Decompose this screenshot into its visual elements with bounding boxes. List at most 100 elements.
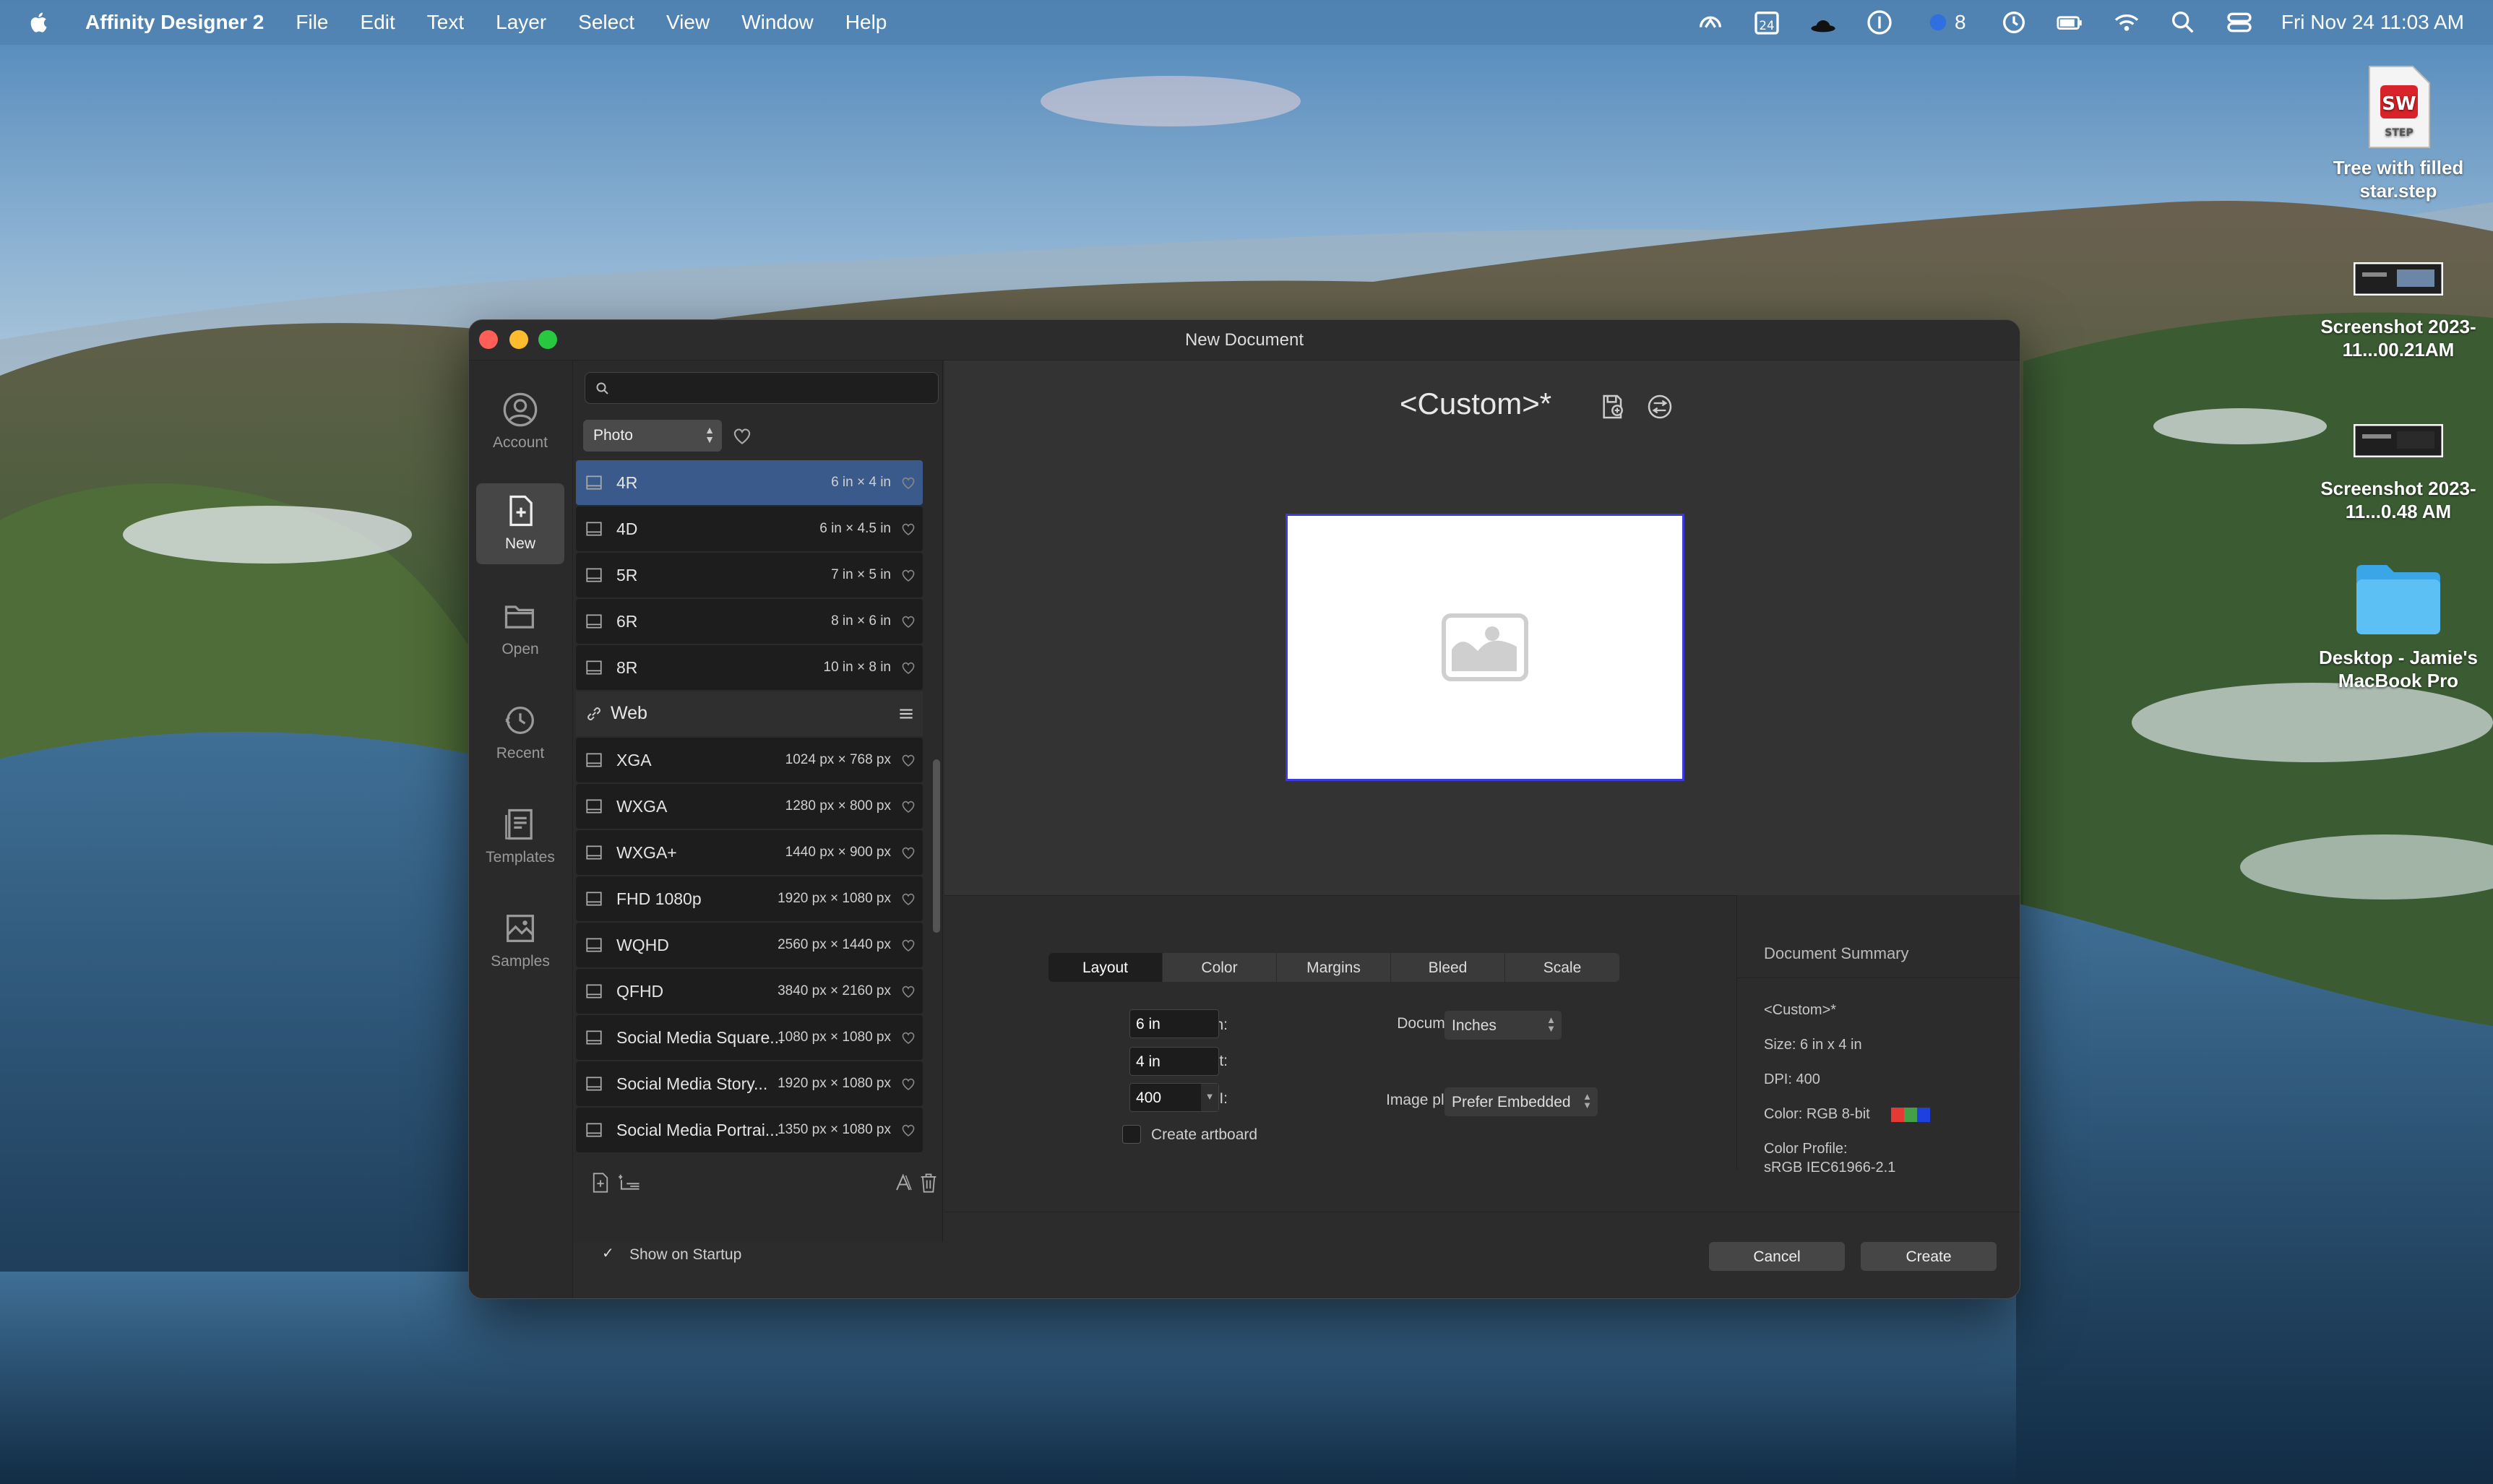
preset-row[interactable]: Social Media Portrai... 1350 px × 1080 px [576,1108,923,1152]
rename-preset-button[interactable] [891,1170,917,1196]
menu-select[interactable]: Select [578,11,634,34]
document-units-select[interactable]: Inches ▲ ▼ [1444,1011,1562,1040]
cancel-button[interactable]: Cancel [1709,1242,1845,1271]
desktop-file-screenshot-1[interactable]: Screenshot 2023-11...00.21AM [2308,250,2489,361]
tab-margins[interactable]: Margins [1277,953,1391,982]
favorites-heart-icon[interactable] [731,424,754,447]
preset-row[interactable]: XGA 1024 px × 768 px [576,738,923,782]
preset-row[interactable]: WXGA+ 1440 px × 900 px [576,830,923,875]
sidebar-item-open-label: Open [501,641,539,657]
favorite-heart-icon[interactable] [900,613,917,630]
preset-row[interactable]: WXGA 1280 px × 800 px [576,784,923,829]
desktop-file-screenshot-2[interactable]: Screenshot 2023-11...0.48 AM [2308,412,2489,523]
favorite-heart-icon[interactable] [900,751,917,769]
favorite-heart-icon[interactable] [900,1075,917,1092]
sidebar-item-samples[interactable]: Samples [476,901,564,982]
preset-row[interactable]: 8R 10 in × 8 in [576,645,923,690]
sidebar-item-open[interactable]: Open [476,589,564,670]
favorite-heart-icon[interactable] [900,844,917,861]
notification-app-icon[interactable]: 8 [1921,8,1972,37]
favorite-heart-icon[interactable] [900,520,917,538]
add-preset-button[interactable] [587,1170,613,1196]
document-icon [585,843,603,862]
desktop-file-step[interactable]: SW STEP Tree with filled star.step [2308,65,2489,202]
preset-row[interactable]: 4R 6 in × 4 in [576,460,923,505]
create-artboard-checkbox[interactable] [1122,1125,1141,1144]
favorite-heart-icon[interactable] [900,566,917,584]
tab-layout[interactable]: Layout [1049,953,1163,982]
preset-search[interactable] [585,372,939,404]
screenshot-thumbnail-icon [2308,412,2489,470]
menu-window[interactable]: Window [741,11,814,34]
select-arrows-icon: ▲ ▼ [705,424,715,445]
favorite-heart-icon[interactable] [900,474,917,491]
sidebar-item-new[interactable]: New [476,483,564,564]
favorite-heart-icon[interactable] [900,659,917,676]
save-preset-button[interactable] [1596,389,1631,424]
sidebar-item-recent[interactable]: Recent [476,693,564,774]
preset-row[interactable]: 6R 8 in × 6 in [576,599,923,644]
sidebar-item-account[interactable]: Account [476,382,564,463]
favorite-heart-icon[interactable] [900,798,917,815]
favorite-heart-icon[interactable] [900,890,917,907]
preset-size: 7 in × 5 in [831,567,891,582]
time-machine-icon[interactable] [1999,8,2028,37]
dpi-field[interactable]: 400 ▼ [1129,1083,1219,1112]
calendar-icon[interactable]: 24 [1752,8,1781,37]
create-button[interactable]: Create [1861,1242,1997,1271]
chevron-down-icon[interactable]: ▼ [1201,1084,1218,1111]
templates-icon [500,804,541,845]
preset-search-input[interactable] [619,376,929,400]
preset-row[interactable]: QFHD 3840 px × 2160 px [576,969,923,1014]
sidebar-item-templates[interactable]: Templates [476,797,564,878]
favorite-heart-icon[interactable] [900,983,917,1000]
favorite-heart-icon[interactable] [900,1029,917,1046]
menu-help[interactable]: Help [845,11,887,34]
summary-size: Size: 6 in x 4 in [1764,1037,1862,1053]
page-width-field[interactable]: 6 in [1129,1009,1219,1038]
battery-icon[interactable] [2056,8,2085,37]
page-height-field[interactable]: 4 in [1129,1047,1219,1076]
screenshot-thumbnail-icon [2308,250,2489,308]
select-arrows-icon: ▲ ▼ [1583,1091,1592,1110]
clock-datetime[interactable]: Fri Nov 24 11:03 AM [2281,11,2464,34]
creative-cloud-icon[interactable] [1696,8,1725,37]
image-placement-select[interactable]: Prefer Embedded ▲ ▼ [1444,1087,1598,1116]
preset-row[interactable]: FHD 1080p 1920 px × 1080 px [576,876,923,921]
preset-row[interactable]: 4D 6 in × 4.5 in [576,506,923,551]
menu-file[interactable]: File [296,11,328,34]
delete-preset-button[interactable] [916,1170,942,1196]
apple-icon[interactable] [23,6,56,39]
tab-scale[interactable]: Scale [1505,953,1619,982]
show-on-startup-checkbox[interactable] [599,1244,618,1264]
preset-category-select[interactable]: Photo ▲ ▼ [583,420,722,452]
menu-view[interactable]: View [666,11,710,34]
preset-row[interactable]: WQHD 2560 px × 1440 px [576,923,923,967]
bowler-hat-icon[interactable] [1809,8,1838,37]
preset-options-button[interactable] [1642,389,1677,424]
preset-list-scrollbar[interactable] [933,759,940,933]
preset-name: 4R [616,473,638,492]
menu-app-name[interactable]: Affinity Designer 2 [85,11,264,34]
tab-bleed[interactable]: Bleed [1391,953,1505,982]
document-icon [585,936,603,954]
group-menu-icon[interactable] [897,704,916,723]
tab-color[interactable]: Color [1163,953,1277,982]
menu-text[interactable]: Text [427,11,464,34]
preset-row[interactable]: 5R 7 in × 5 in [576,553,923,598]
menu-layer[interactable]: Layer [496,11,546,34]
favorite-heart-icon[interactable] [900,936,917,954]
preset-row[interactable]: Social Media Square... 1080 px × 1080 px [576,1015,923,1060]
control-center-icon[interactable] [2225,8,2254,37]
add-category-button[interactable] [616,1170,642,1196]
preset-row[interactable]: Social Media Story... 1920 px × 1080 px [576,1061,923,1106]
desktop-folder[interactable]: Desktop - Jamie's MacBook Pro [2308,558,2489,692]
spotlight-search-icon[interactable] [2169,8,2197,37]
favorite-heart-icon[interactable] [900,1121,917,1139]
document-summary-heading: Document Summary [1764,944,1909,962]
preset-title: <Custom>* [1400,387,1552,420]
wifi-icon[interactable] [2112,8,2141,37]
password-manager-icon[interactable] [1865,8,1894,37]
preset-group-web[interactable]: Web [576,691,923,736]
menu-edit[interactable]: Edit [361,11,395,34]
